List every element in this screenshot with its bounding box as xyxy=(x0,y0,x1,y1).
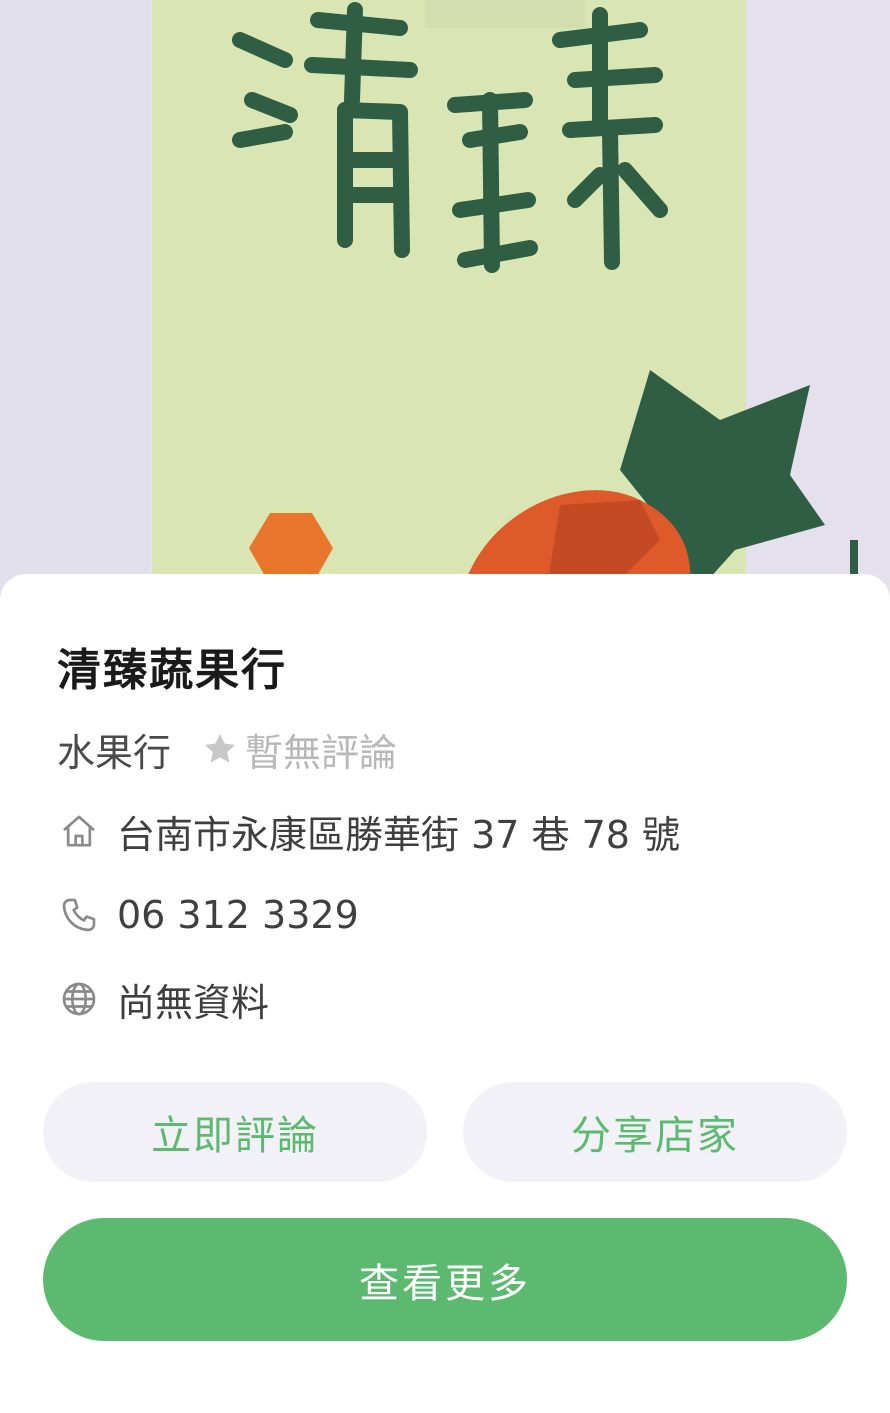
view-more-button[interactable]: 查看更多 xyxy=(43,1218,847,1341)
store-photo[interactable] xyxy=(0,0,890,600)
store-sign-image xyxy=(0,0,890,600)
address-row[interactable]: 台南市永康區勝華街 37 巷 78 號 xyxy=(57,806,681,857)
globe-icon xyxy=(57,977,101,1021)
star-icon xyxy=(204,733,236,763)
phone-text: 06 312 3329 xyxy=(117,893,359,937)
address-text: 台南市永康區勝華街 37 巷 78 號 xyxy=(117,812,681,857)
store-meta: 水果行 暫無評論 xyxy=(57,722,397,777)
store-name: 清臻蔬果行 xyxy=(57,645,287,696)
website-text: 尚無資料 xyxy=(117,980,270,1025)
rating-text: 暫無評論 xyxy=(245,730,398,775)
store-category: 水果行 xyxy=(57,730,172,775)
phone-icon xyxy=(57,893,101,937)
write-review-button[interactable]: 立即評論 xyxy=(43,1082,427,1182)
website-row[interactable]: 尚無資料 xyxy=(57,974,270,1025)
share-store-button[interactable]: 分享店家 xyxy=(463,1082,847,1182)
store-info-sheet: 清臻蔬果行 水果行 暫無評論 台南市永康區勝華街 37 巷 78 號 06 31… xyxy=(0,574,890,1413)
home-icon xyxy=(57,809,101,853)
store-rating[interactable]: 暫無評論 xyxy=(201,722,397,777)
phone-row[interactable]: 06 312 3329 xyxy=(57,890,359,940)
